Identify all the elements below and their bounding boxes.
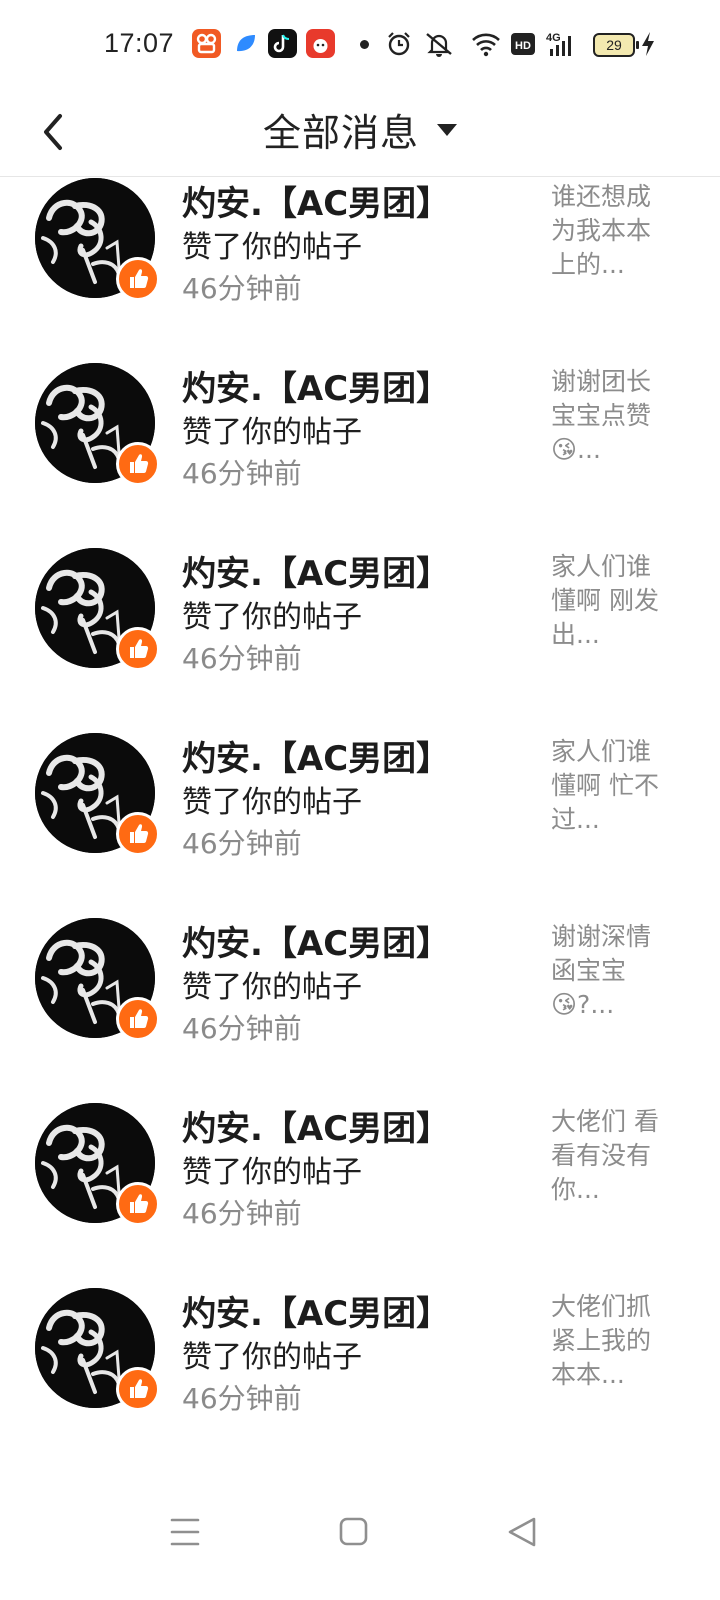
- post-preview[interactable]: 大佬们抓 紧上我的 本本...: [551, 1290, 663, 1392]
- like-badge: [116, 1182, 160, 1226]
- notification-action: 赞了你的帖子: [182, 1340, 362, 1375]
- back-triangle-icon: [508, 1517, 536, 1547]
- notification-time: 46分钟前: [182, 827, 302, 860]
- user-name[interactable]: 灼安.【AC男团】: [182, 361, 450, 410]
- post-preview[interactable]: 家人们谁 懂啊 刚发 出...: [551, 550, 663, 652]
- notification-action: 赞了你的帖子: [182, 415, 362, 450]
- like-badge: [116, 812, 160, 856]
- notification-dot-icon: [360, 40, 369, 49]
- notification-item[interactable]: 灼安.【AC男团】 赞了你的帖子 46分钟前 谢谢深情 函宝宝 😘?...: [0, 864, 720, 1049]
- user-name[interactable]: 灼安.【AC男团】: [182, 1286, 450, 1335]
- status-bar: 17:07 HD 4G 29: [0, 0, 720, 88]
- post-preview[interactable]: 大佬们 看 看有没有 你...: [551, 1105, 663, 1207]
- user-name[interactable]: 灼安.【AC男团】: [182, 546, 450, 595]
- notification-list[interactable]: 灼安.【AC男团】 赞了你的帖子 46分钟前 谁还想成 为我本本 上的... 灼…: [0, 176, 720, 1478]
- wifi-icon: [472, 33, 500, 57]
- notification-action: 赞了你的帖子: [182, 785, 362, 820]
- notification-item[interactable]: 灼安.【AC男团】 赞了你的帖子 46分钟前 家人们谁 懂啊 刚发 出...: [0, 494, 720, 679]
- notification-action: 赞了你的帖子: [182, 970, 362, 1005]
- notification-time: 46分钟前: [182, 1012, 302, 1045]
- thumbs-up-icon: [130, 1009, 149, 1028]
- like-badge: [116, 997, 160, 1041]
- blue-leaf-app-icon: [231, 29, 260, 58]
- notification-action: 赞了你的帖子: [182, 600, 362, 635]
- post-preview[interactable]: 谁还想成 为我本本 上的...: [551, 180, 663, 282]
- thumbs-up-icon: [130, 1194, 149, 1213]
- recent-apps-button[interactable]: [155, 1502, 215, 1562]
- notification-item[interactable]: 灼安.【AC男团】 赞了你的帖子 46分钟前 谁还想成 为我本本 上的...: [0, 176, 720, 309]
- user-name[interactable]: 灼安.【AC男团】: [182, 1101, 450, 1150]
- notification-action: 赞了你的帖子: [182, 1155, 362, 1190]
- hd-icon: HD: [511, 33, 535, 55]
- page-title: 全部消息: [262, 111, 419, 155]
- svg-text:4G: 4G: [546, 32, 561, 44]
- home-button[interactable]: [323, 1502, 383, 1562]
- charging-icon: [642, 32, 654, 56]
- like-badge: [116, 627, 160, 671]
- thumbs-up-icon: [130, 1379, 149, 1398]
- status-time: 17:07: [104, 28, 175, 58]
- menu-icon: [170, 1518, 200, 1546]
- kuaishou-app-icon: [192, 29, 221, 58]
- taobao-38-app-icon: [306, 29, 335, 58]
- like-badge: [116, 257, 160, 301]
- like-badge: [116, 442, 160, 486]
- notification-time: 46分钟前: [182, 272, 302, 305]
- notification-item[interactable]: 灼安.【AC男团】 赞了你的帖子 46分钟前 家人们谁 懂啊 忙不 过...: [0, 679, 720, 864]
- thumbs-up-icon: [130, 269, 149, 288]
- like-badge: [116, 1367, 160, 1411]
- user-name[interactable]: 灼安.【AC男团】: [182, 731, 450, 780]
- post-preview[interactable]: 谢谢团长 宝宝点赞 😘...: [551, 365, 663, 467]
- notification-item[interactable]: 灼安.【AC男团】 赞了你的帖子 46分钟前 大佬们抓 紧上我的 本本...: [0, 1234, 720, 1419]
- system-nav-bar: [0, 1478, 720, 1600]
- title-dropdown[interactable]: 全部消息: [263, 102, 457, 157]
- header-bar: 全部消息: [0, 88, 720, 177]
- thumbs-up-icon: [130, 639, 149, 658]
- notification-time: 46分钟前: [182, 642, 302, 675]
- thumbs-up-icon: [130, 824, 149, 843]
- caret-down-icon: [437, 123, 457, 136]
- notification-time: 46分钟前: [182, 457, 302, 490]
- alarm-icon: [388, 32, 410, 56]
- notification-time: 46分钟前: [182, 1382, 302, 1415]
- battery-indicator: 29: [593, 33, 639, 57]
- tiktok-app-icon: [268, 29, 297, 58]
- post-preview[interactable]: 家人们谁 懂啊 忙不 过...: [551, 735, 663, 837]
- signal-4g-icon: 4G: [546, 30, 576, 58]
- mute-icon: [426, 33, 452, 57]
- notification-item[interactable]: 灼安.【AC男团】 赞了你的帖子 46分钟前 大佬们 看 看有没有 你...: [0, 1049, 720, 1234]
- home-square-icon: [339, 1517, 368, 1546]
- svg-text:HD: HD: [515, 40, 531, 52]
- thumbs-up-icon: [130, 454, 149, 473]
- user-name[interactable]: 灼安.【AC男团】: [182, 176, 450, 225]
- notification-action: 赞了你的帖子: [182, 230, 362, 265]
- post-preview[interactable]: 谢谢深情 函宝宝 😘?...: [551, 920, 663, 1022]
- back-nav-button[interactable]: [492, 1502, 552, 1562]
- notification-time: 46分钟前: [182, 1197, 302, 1230]
- user-name[interactable]: 灼安.【AC男团】: [182, 916, 450, 965]
- notification-item[interactable]: 灼安.【AC男团】 赞了你的帖子 46分钟前 谢谢团长 宝宝点赞 😘...: [0, 309, 720, 494]
